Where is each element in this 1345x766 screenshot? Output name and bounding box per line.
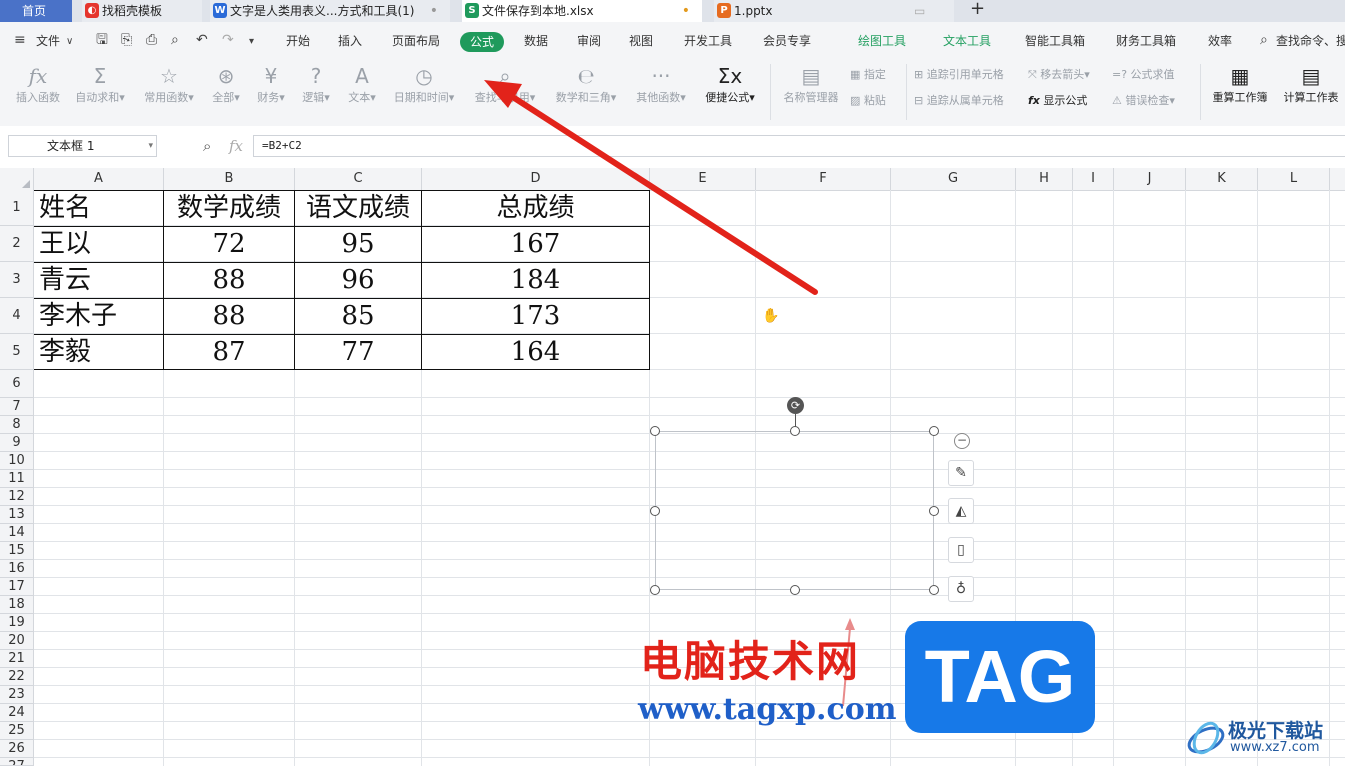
watermark-brand: 极光下载站 — [1228, 720, 1324, 742]
watermark-tag-logo: TAG — [905, 621, 1095, 733]
aurora-logo-svg — [1187, 721, 1225, 755]
watermark-brand-url: www.xz7.com — [1230, 740, 1320, 755]
aurora-logo-icon — [1186, 716, 1226, 756]
watermark-site-name: 电脑技术网 — [640, 637, 861, 686]
watermark-site-url: www.tagxp.com — [638, 692, 897, 727]
